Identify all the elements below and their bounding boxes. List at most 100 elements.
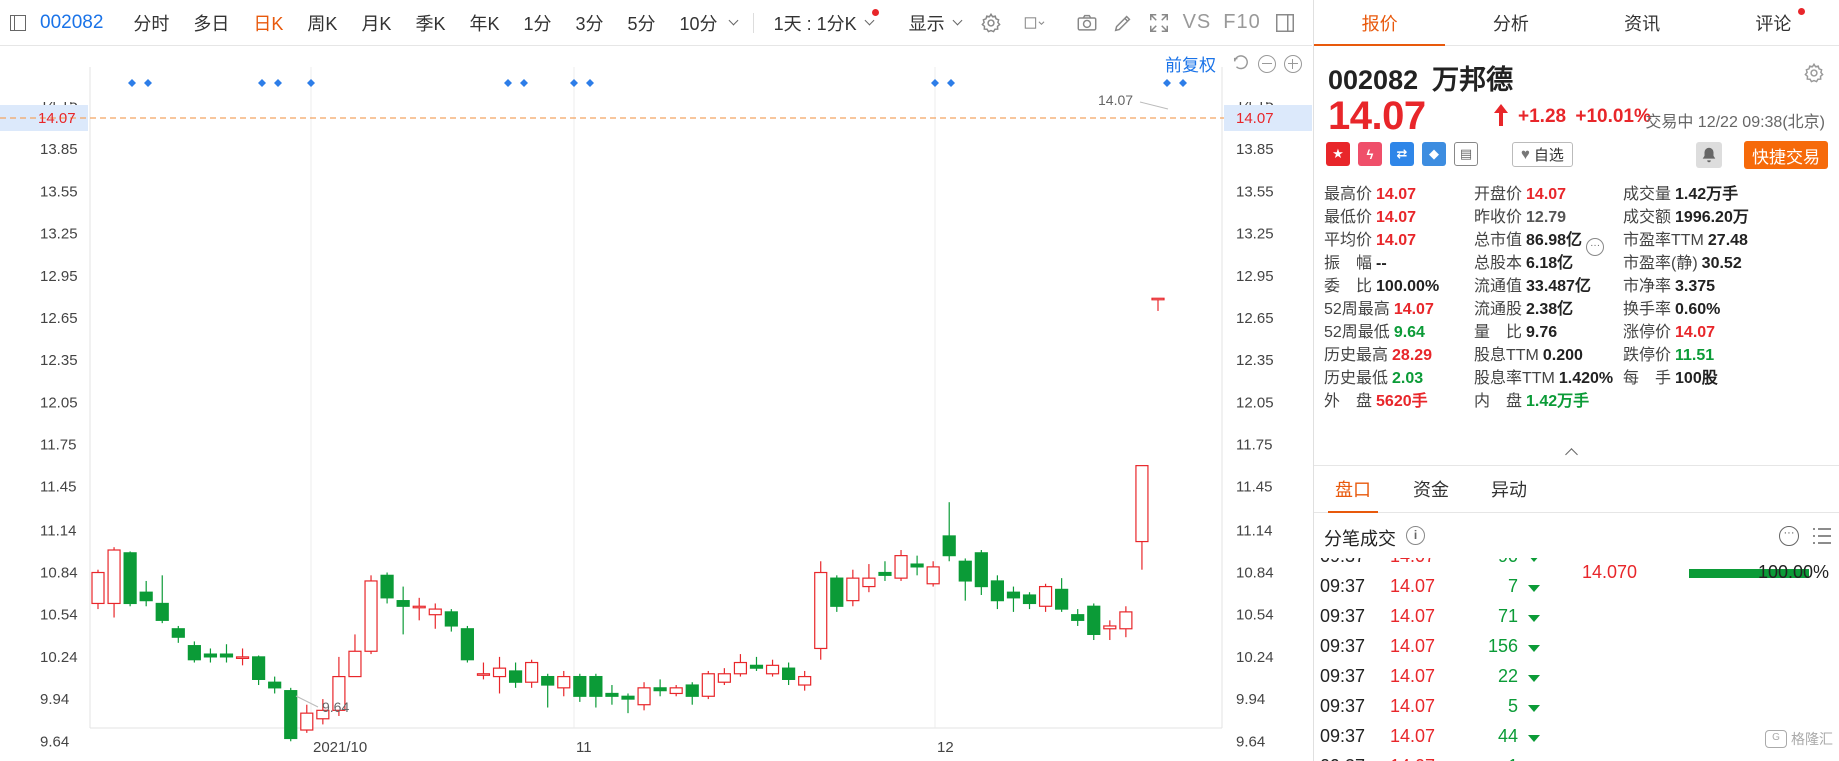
stock-title: 002082 万邦德 (1328, 58, 1527, 97)
tab-monthly-k[interactable]: 月K (361, 10, 391, 36)
tab-comments[interactable]: 评论 (1708, 0, 1839, 45)
quote-value: 9.76 (1526, 324, 1558, 341)
candle (348, 634, 362, 678)
tab-daily-k[interactable]: 日K (253, 10, 283, 36)
y-tick-label-left: 12.05 (40, 394, 78, 411)
bookmark-icon[interactable]: ▤ (1454, 142, 1478, 166)
candle (139, 580, 153, 607)
tab-quarterly-k[interactable]: 季K (415, 10, 445, 36)
collapse-chevron-up-icon[interactable] (1565, 448, 1578, 461)
y-tick-label-right: 11.75 (1236, 437, 1272, 454)
compare-vs-button[interactable]: VS (1183, 11, 1212, 34)
candle (942, 502, 956, 562)
menu-list-icon[interactable] (1812, 527, 1832, 545)
lightning-icon[interactable]: ϟ (1358, 142, 1382, 166)
tick-volume: 90 (1498, 558, 1518, 567)
shuffle-icon[interactable]: ⇄ (1390, 142, 1414, 166)
tab-yearly-k[interactable]: 年K (469, 10, 499, 36)
candle-body (444, 611, 458, 627)
candle-body (958, 560, 972, 582)
chart-controls: 前复权 (1165, 51, 1302, 76)
f10-button[interactable]: F10 (1223, 11, 1260, 34)
stock-code-tab[interactable]: 002082 (40, 12, 103, 34)
candle (1103, 620, 1117, 641)
tab-5min[interactable]: 5分 (628, 10, 656, 36)
tab-3min[interactable]: 3分 (576, 10, 604, 36)
tick-time: 09:37 (1320, 756, 1365, 761)
y-tick-label-right: 9.94 (1236, 691, 1265, 708)
y-tick-label-left: 13.85 (40, 141, 78, 158)
quote-value: 28.29 (1392, 347, 1433, 364)
low-price-annotation: 9.64 (322, 699, 349, 715)
settings-gear-icon[interactable] (979, 11, 1003, 35)
candle (990, 575, 1004, 610)
side-panel-icon[interactable] (1273, 11, 1297, 35)
y-tick-label-left: 11.14 (40, 522, 76, 539)
candle-body (235, 656, 250, 659)
y-tick-label-right: 13.55 (1236, 183, 1274, 200)
tab-1min[interactable]: 1分 (523, 10, 551, 36)
quote-item: 市净率 3.375 (1623, 272, 1715, 296)
candle (396, 586, 410, 635)
draw-pencil-icon[interactable] (1111, 11, 1135, 35)
sidebar-toggle-icon[interactable] (10, 14, 26, 31)
candle-body (364, 580, 378, 652)
alert-bell-icon[interactable] (1696, 142, 1722, 168)
tab-order-book[interactable]: 盘口 (1314, 466, 1392, 513)
display-dropdown[interactable]: 显示 (908, 10, 963, 36)
tab-intraday[interactable]: 分时 (133, 10, 169, 36)
candle (428, 603, 442, 629)
display-dropdown-label: 显示 (908, 13, 945, 34)
reset-icon[interactable] (1232, 54, 1250, 73)
quote-label: 流通值 (1474, 278, 1523, 295)
camera-icon[interactable] (1075, 11, 1099, 35)
candle (508, 662, 523, 688)
more-periods-chevron-icon[interactable] (728, 15, 739, 26)
period-dropdown[interactable]: 1天 : 1分K (774, 9, 883, 36)
tab-quote[interactable]: 报价 (1314, 0, 1446, 46)
quote-value: 100股 (1675, 370, 1718, 387)
kline-chart-area[interactable]: 13.85 13.85 13.55 13.55 13.25 13.25 12.95 12.95… (0, 47, 1312, 761)
zoom-out-icon[interactable] (1258, 54, 1276, 73)
y-tick-label-right: 12.05 (1236, 394, 1274, 411)
tick-price: 14.07 (1390, 606, 1436, 626)
tab-analysis[interactable]: 分析 (1445, 0, 1576, 45)
tab-unusual-moves[interactable]: 异动 (1470, 466, 1548, 512)
last-price: 14.07 (1328, 94, 1426, 138)
add-watchlist-button[interactable]: ♥ 自选 (1512, 142, 1573, 167)
fullscreen-icon[interactable] (1147, 11, 1171, 35)
candle (155, 575, 169, 624)
gear-icon[interactable] (1803, 62, 1825, 84)
candle (476, 662, 491, 680)
quote-item: 历史最高 28.29 (1324, 341, 1432, 365)
kline-chart[interactable]: 13.85 13.85 13.55 13.55 13.25 13.25 12.95 12.95… (0, 47, 1312, 761)
y-tick-label-left: 9.64 (40, 733, 69, 750)
quick-trade-button[interactable]: 快捷交易 (1744, 141, 1828, 169)
candle-body (942, 535, 956, 557)
china-flag-icon[interactable]: ★ (1326, 142, 1350, 166)
tab-10min[interactable]: 10分 (680, 10, 718, 36)
y-tick-label-right: 12.95 (1236, 268, 1274, 285)
quote-label: 52周最高 (1324, 301, 1390, 318)
quote-label: 最低价 (1324, 209, 1373, 226)
quote-value: 14.07 (1675, 324, 1716, 341)
candle-body (380, 574, 394, 599)
fuquan-toggle[interactable]: 前复权 (1165, 51, 1216, 76)
candle-body (1103, 625, 1117, 630)
tab-weekly-k[interactable]: 周K (307, 10, 337, 36)
tab-multi-day[interactable]: 多日 (193, 10, 229, 36)
quote-item: 跌停价 11.51 (1623, 341, 1714, 365)
quote-item: 最高价 14.07 (1324, 180, 1416, 204)
candle (203, 648, 218, 663)
more-options-icon[interactable]: ··· (1779, 526, 1799, 546)
tab-news[interactable]: 资讯 (1577, 0, 1708, 45)
tab-fund-flow[interactable]: 资金 (1392, 466, 1470, 512)
tick-trades-list[interactable]: 09:3714.079009:3714.07709:3714.077109:37… (1314, 558, 1839, 761)
info-icon[interactable]: i (1406, 526, 1425, 545)
x-axis-label: 12 (937, 739, 954, 756)
quote-label: 历史最低 (1324, 370, 1389, 387)
zoom-in-icon[interactable] (1284, 54, 1302, 73)
overlay-dropdown-icon[interactable] (1015, 11, 1055, 35)
tag-icon[interactable]: ◆ (1422, 142, 1446, 166)
more-info-icon[interactable]: ··· (1586, 238, 1605, 256)
